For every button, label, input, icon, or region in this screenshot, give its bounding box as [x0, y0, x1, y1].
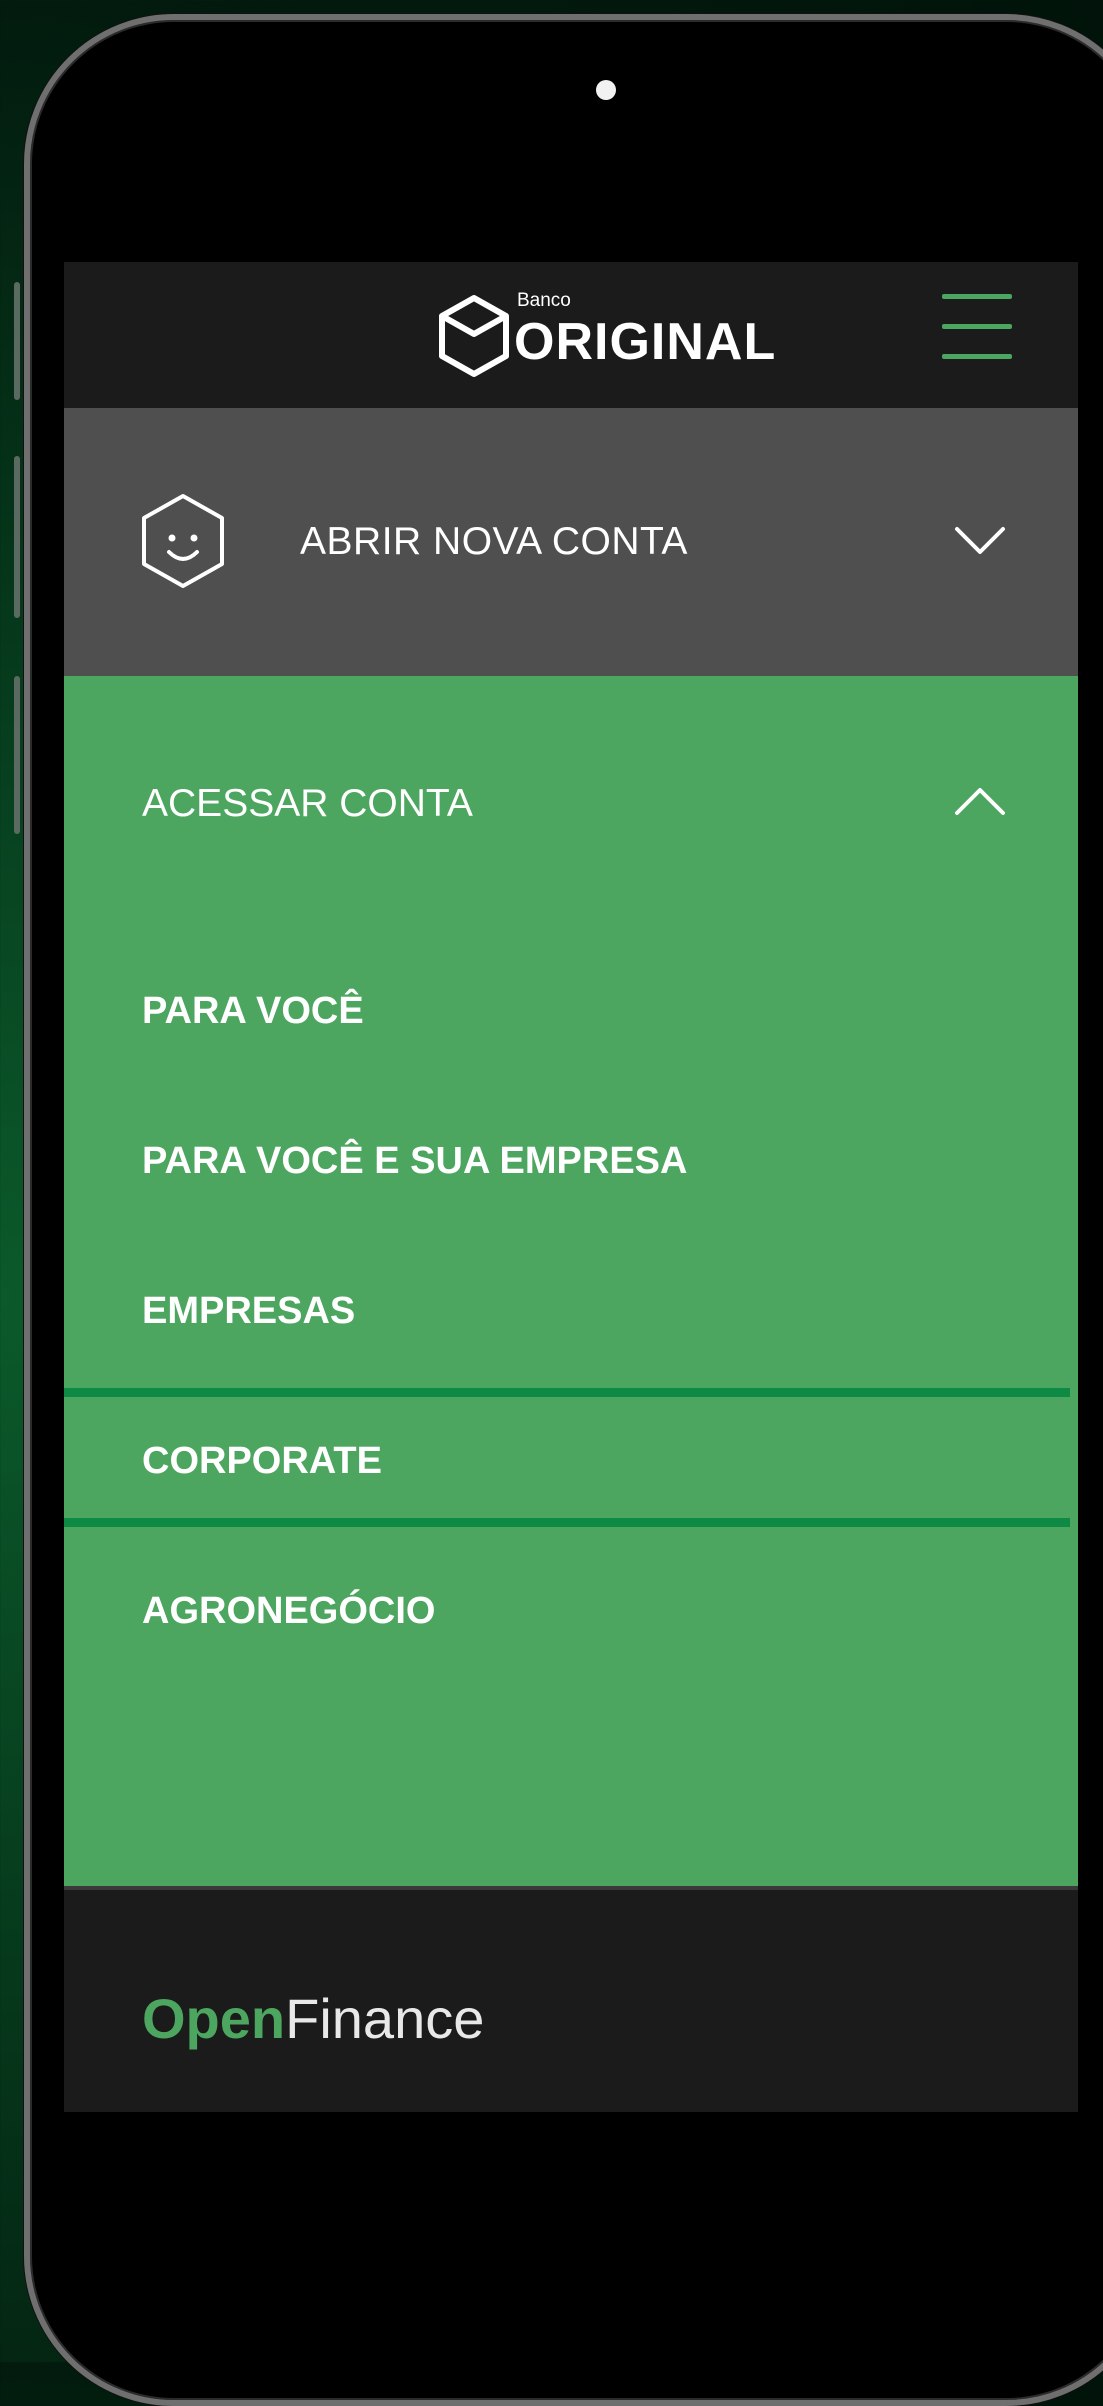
menu-item-agronegocio[interactable]: AGRONEGÓCIO: [142, 1590, 435, 1633]
open-finance-open-text: Open: [142, 1987, 286, 2050]
camera-icon: [596, 80, 616, 100]
open-finance-link[interactable]: OpenFinance: [142, 1986, 484, 2051]
chevron-down-icon[interactable]: [954, 526, 1006, 556]
footer: OpenFinance: [64, 1890, 1078, 2112]
top-header: Banco ORIGINAL: [64, 262, 1078, 408]
logo-banco-text: Banco: [517, 290, 571, 311]
access-account-panel: ACESSAR CONTA PARA VOCÊ PARA VOCÊ E SUA …: [64, 676, 1078, 1888]
menu-item-empresas[interactable]: EMPRESAS: [142, 1290, 355, 1333]
menu-item-para-voce-e-sua-empresa[interactable]: PARA VOCÊ E SUA EMPRESA: [142, 1140, 687, 1183]
phone-side-button-3: [14, 676, 20, 834]
phone-screen: Banco ORIGINAL ABRIR NOVA CONTA ACESSAR …: [64, 262, 1078, 2112]
open-finance-finance-text: Finance: [285, 1987, 485, 2050]
cube-logo-icon: [439, 295, 509, 377]
phone-side-button-2: [14, 456, 20, 618]
hamburger-icon[interactable]: [942, 294, 1014, 360]
chevron-up-icon[interactable]: [954, 786, 1006, 816]
banco-original-logo[interactable]: Banco ORIGINAL: [436, 282, 775, 382]
divider: [64, 1388, 1070, 1397]
open-new-account-button[interactable]: ABRIR NOVA CONTA: [64, 408, 1078, 676]
phone-side-button-1: [14, 282, 20, 400]
open-new-account-label: ABRIR NOVA CONTA: [300, 520, 688, 563]
menu-item-corporate[interactable]: CORPORATE: [142, 1440, 382, 1483]
menu-item-para-voce[interactable]: PARA VOCÊ: [142, 990, 364, 1033]
logo-original-text: ORIGINAL: [514, 313, 777, 371]
divider: [64, 1518, 1070, 1527]
access-account-label[interactable]: ACESSAR CONTA: [142, 782, 473, 826]
smiley-hexagon-icon: [142, 494, 224, 588]
